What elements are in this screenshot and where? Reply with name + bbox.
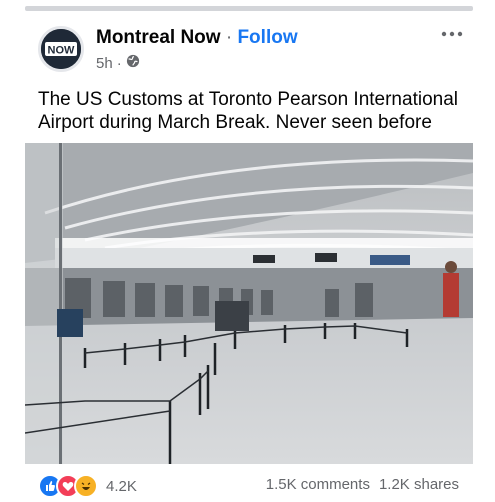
globe-icon xyxy=(126,54,140,72)
top-divider xyxy=(25,6,473,11)
header-separator: · xyxy=(225,27,233,48)
post-header-title: Montreal Now · Follow xyxy=(96,27,298,49)
page-name-link[interactable]: Montreal Now xyxy=(96,27,221,48)
haha-icon xyxy=(74,474,98,498)
meta-separator: · xyxy=(116,54,122,72)
follow-button[interactable]: Follow xyxy=(237,27,297,48)
avatar-logo-text: NOW xyxy=(48,45,76,57)
post-meta: 5h · xyxy=(96,54,140,72)
page-avatar[interactable]: NOW xyxy=(38,26,84,72)
post-photo[interactable] xyxy=(25,143,473,464)
post-caption: The US Customs at Toronto Pearson Intern… xyxy=(38,89,458,133)
reactions-summary[interactable]: 4.2K xyxy=(38,474,137,498)
post-time[interactable]: 5h xyxy=(96,55,113,72)
shares-count-link[interactable]: 1.2K shares xyxy=(379,476,459,493)
reaction-count: 4.2K xyxy=(106,477,137,495)
comments-count-link[interactable]: 1.5K comments xyxy=(266,476,370,493)
more-options-button[interactable] xyxy=(437,24,467,48)
engagement-stats: 1.5K comments 1.2K shares xyxy=(266,476,459,493)
